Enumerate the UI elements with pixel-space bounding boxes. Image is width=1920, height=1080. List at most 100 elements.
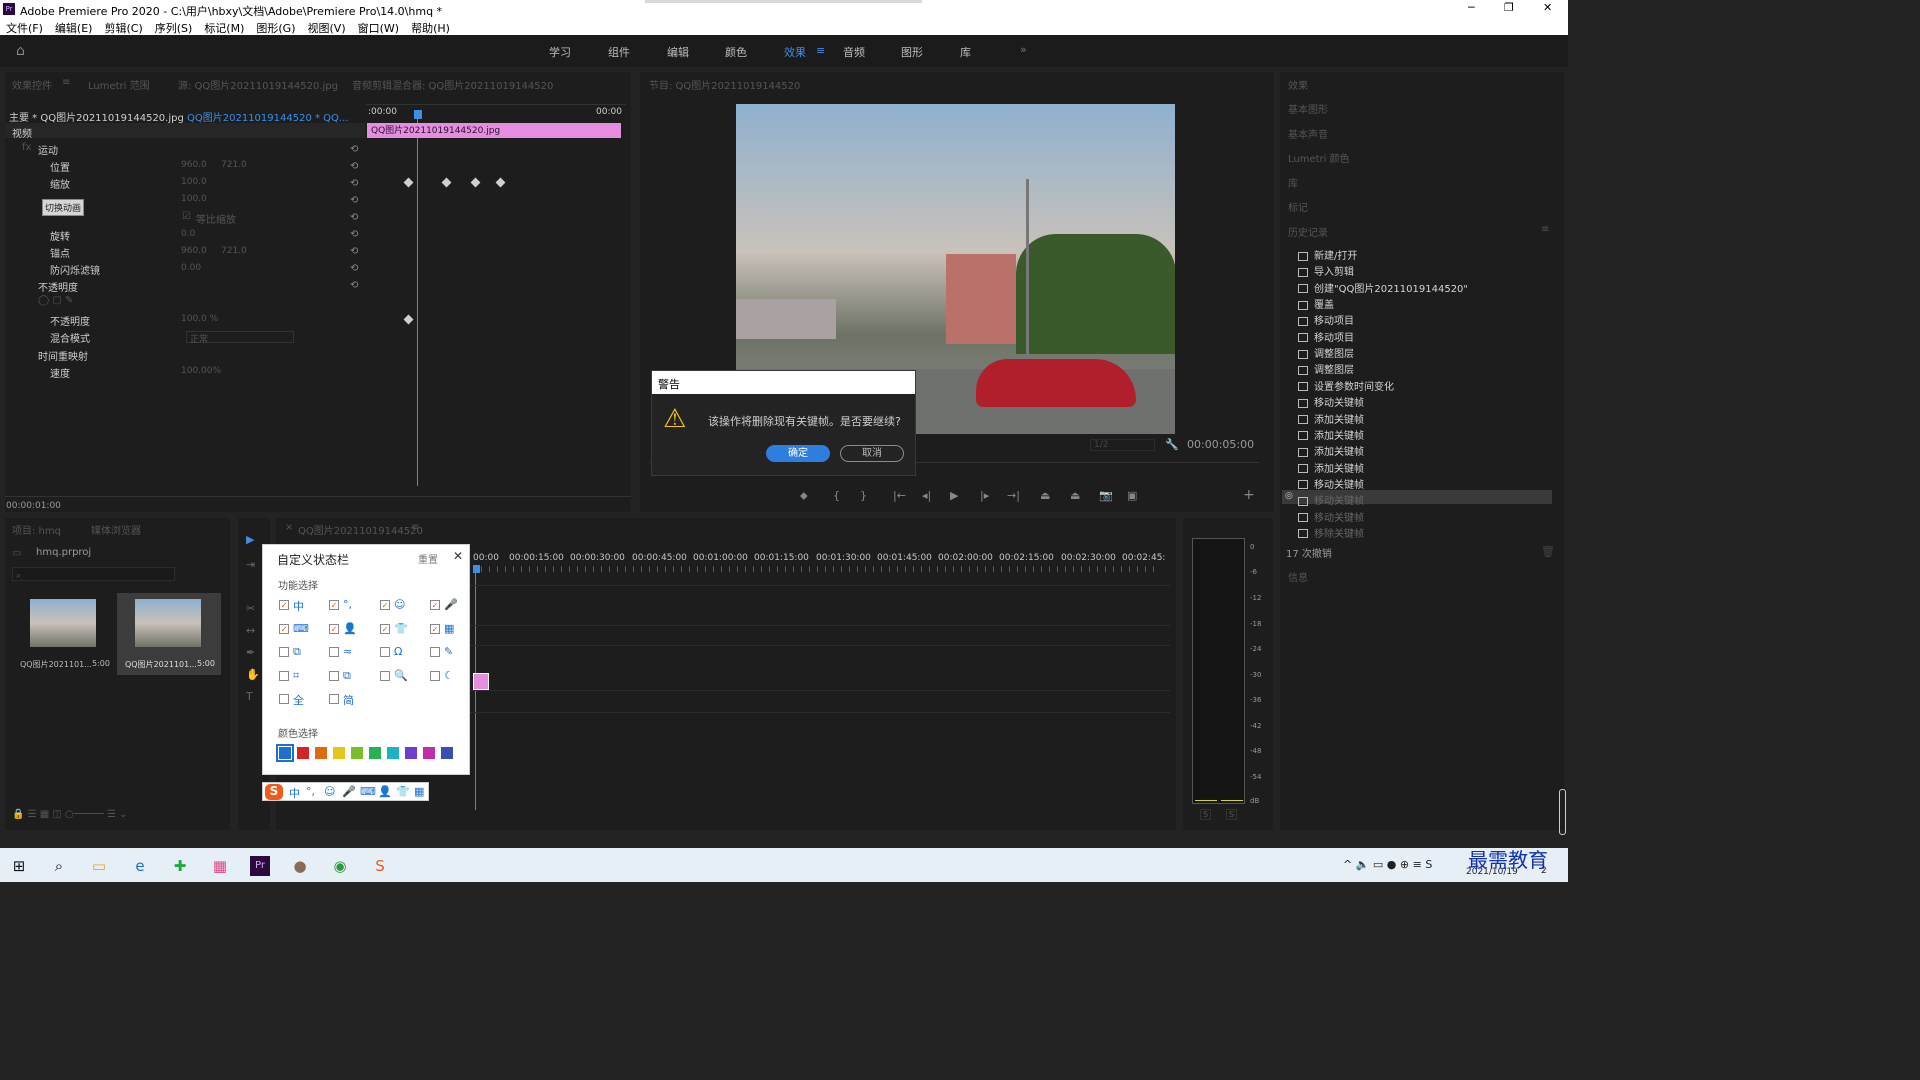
tray-icons[interactable]: ^ 🔈 ▭ ● ⊕ ≡ S — [1343, 858, 1432, 871]
rotation-value[interactable]: 0.0 — [181, 229, 195, 239]
go-to-in-icon[interactable]: |← — [893, 489, 906, 502]
ie-browser-icon[interactable]: e — [130, 856, 150, 876]
panel-essential-graphics[interactable]: 基本图形 — [1288, 101, 1328, 116]
ime-color-swatch[interactable] — [369, 747, 381, 759]
menu-window[interactable]: 窗口(W) — [358, 20, 399, 36]
ec-playhead[interactable] — [414, 110, 422, 119]
app-plus-icon[interactable]: ✚ — [170, 856, 190, 876]
ime-keyboard-icon[interactable]: ⌨ — [360, 785, 376, 798]
project-item[interactable]: QQ图片2021101... 5:00 — [117, 593, 221, 675]
track-select-icon[interactable]: ⇥ — [246, 558, 255, 571]
gallery-app-icon[interactable]: ▦ — [210, 856, 230, 876]
solo-left-button[interactable]: S — [1200, 809, 1212, 820]
home-icon[interactable]: ⌂ — [16, 43, 25, 59]
history-item[interactable]: 移动项目 — [1298, 329, 1354, 344]
ec-timecode[interactable]: 00:00:01:00 — [6, 501, 61, 511]
ime-color-swatch[interactable] — [333, 747, 345, 759]
fx-icon[interactable]: fx — [22, 142, 31, 153]
menu-view[interactable]: 视图(V) — [308, 20, 346, 36]
sogou-logo-icon[interactable]: S — [265, 784, 283, 800]
ime-option-checkbox[interactable]: ✓ — [329, 623, 339, 634]
history-item[interactable]: 移动关键帧 — [1298, 394, 1364, 409]
timeline-clip[interactable] — [473, 673, 489, 690]
go-to-out-icon[interactable]: →| — [1007, 489, 1020, 502]
menu-file[interactable]: 文件(F) — [6, 20, 43, 36]
history-item[interactable]: 添加关键帧 — [1298, 427, 1364, 442]
ime-option-checkbox[interactable] — [279, 694, 289, 704]
history-item[interactable]: 移动关键帧 — [1298, 476, 1364, 491]
history-item[interactable]: 覆盖 — [1298, 296, 1334, 311]
panel-markers[interactable]: 标记 — [1288, 199, 1308, 214]
program-timecode[interactable]: 00:00:05:00 — [1187, 438, 1254, 451]
ime-option-checkbox[interactable] — [430, 647, 440, 657]
opacity-value[interactable]: 100.0 % — [181, 314, 218, 324]
chrome-icon[interactable]: ◉ — [330, 856, 350, 876]
project-item[interactable]: QQ图片2021101... 5:00 — [12, 593, 116, 675]
ime-option-checkbox[interactable]: ✓ — [430, 600, 440, 610]
history-item[interactable]: 移动项目 — [1298, 312, 1354, 327]
timeline-menu-icon[interactable]: ≡ — [411, 522, 419, 533]
ime-option-checkbox[interactable]: ✓ — [279, 623, 289, 634]
tab-menu-icon[interactable]: ≡ — [62, 77, 70, 88]
selection-tool-icon[interactable]: ▶ — [246, 533, 254, 546]
extract-icon[interactable]: ⏏ — [1070, 489, 1080, 502]
tab-lumetri-scope[interactable]: Lumetri 范围 — [88, 77, 150, 92]
position-x-value[interactable]: 960.0 — [181, 160, 207, 170]
ec-clip-bar[interactable]: QQ图片20211019144520.jpg — [367, 123, 621, 138]
flicker-value[interactable]: 0.00 — [181, 263, 201, 273]
history-item[interactable]: 导入剪辑 — [1298, 263, 1354, 278]
ws-audio[interactable]: 音频 — [843, 44, 865, 60]
export-frame-icon[interactable]: 📷 — [1099, 489, 1113, 502]
ime-color-swatch[interactable] — [405, 747, 417, 759]
ime-color-swatch[interactable] — [387, 747, 399, 759]
premiere-taskbar-icon[interactable]: Pr — [250, 856, 270, 876]
history-item[interactable]: 设置参数时间变化 — [1298, 378, 1394, 393]
history-item[interactable]: 添加关键帧 — [1298, 411, 1364, 426]
sequence-clip-dropdown[interactable]: QQ图片20211019144520 * QQ... — [187, 109, 348, 124]
slip-tool-icon[interactable]: ↔ — [246, 624, 255, 637]
search-taskbar-icon[interactable]: ⌕ — [49, 856, 69, 876]
ws-editing[interactable]: 编辑 — [667, 44, 689, 60]
mark-in-icon[interactable]: { — [833, 489, 840, 502]
panel-essential-sound[interactable]: 基本声音 — [1288, 126, 1328, 141]
step-back-icon[interactable]: ◂| — [922, 489, 931, 502]
ime-option-checkbox[interactable]: ✓ — [380, 600, 390, 610]
ime-color-swatch[interactable] — [297, 747, 309, 759]
hand-tool-icon[interactable]: ✋ — [246, 668, 260, 681]
ime-option-checkbox[interactable] — [380, 647, 390, 657]
history-item[interactable]: 移动关键帧 — [1298, 492, 1364, 507]
solo-right-button[interactable]: S — [1226, 809, 1238, 820]
sogou-taskbar-icon[interactable]: S — [370, 856, 390, 876]
lift-icon[interactable]: ⏏ — [1040, 489, 1050, 502]
ime-color-swatch[interactable] — [423, 747, 435, 759]
razor-tool-icon[interactable]: ✂ — [246, 602, 255, 615]
ime-option-checkbox[interactable]: ✓ — [329, 600, 339, 610]
history-menu-icon[interactable]: ≡ — [1541, 224, 1549, 235]
ime-color-swatch[interactable] — [276, 744, 294, 762]
ime-close-button[interactable]: ✕ — [453, 549, 463, 563]
ime-toolbox-icon[interactable]: ▦ — [414, 785, 424, 798]
menu-graphics[interactable]: 图形(G) — [256, 20, 295, 36]
ime-option-checkbox[interactable] — [279, 647, 289, 657]
ws-learn[interactable]: 学习 — [549, 44, 571, 60]
uniform-scale-checkbox[interactable]: ☑ — [182, 211, 191, 222]
menu-edit[interactable]: 编辑(E) — [55, 20, 93, 36]
timeline-close-icon[interactable]: × — [285, 522, 293, 533]
menu-sequence[interactable]: 序列(S) — [155, 20, 193, 36]
wrench-icon[interactable]: 🔧 — [1165, 438, 1179, 451]
menu-marker[interactable]: 标记(M) — [204, 20, 244, 36]
ime-status-bar[interactable]: S 中 °, ☺ 🎤 ⌨ 👤 👕 ▦ — [262, 782, 429, 801]
file-explorer-icon[interactable]: ▭ — [89, 856, 109, 876]
play-icon[interactable]: ▶ — [950, 489, 958, 502]
timeline-ruler-ticks[interactable] — [473, 566, 1159, 572]
reset-icons[interactable]: ⟲ ⟲ ⟲ ⟲ ⟲ ⟲ ⟲ ⟲ ⟲ — [350, 141, 358, 294]
pen-tool-icon[interactable]: ✒ — [246, 646, 255, 659]
compare-view-icon[interactable]: ▣ — [1127, 489, 1137, 502]
panel-libraries[interactable]: 库 — [1288, 175, 1298, 190]
ime-option-checkbox[interactable] — [279, 670, 289, 681]
project-footer-icons[interactable]: 🔒 ☰ ▦ ◫ ○───── ☰ ⌄ — [12, 809, 128, 820]
ime-emoji-icon[interactable]: ☺ — [324, 785, 335, 798]
ime-option-checkbox[interactable] — [329, 694, 339, 704]
zoom-dropdown[interactable]: 1/2 — [1090, 439, 1155, 451]
close-window-button[interactable]: ✕ — [1543, 1, 1552, 14]
